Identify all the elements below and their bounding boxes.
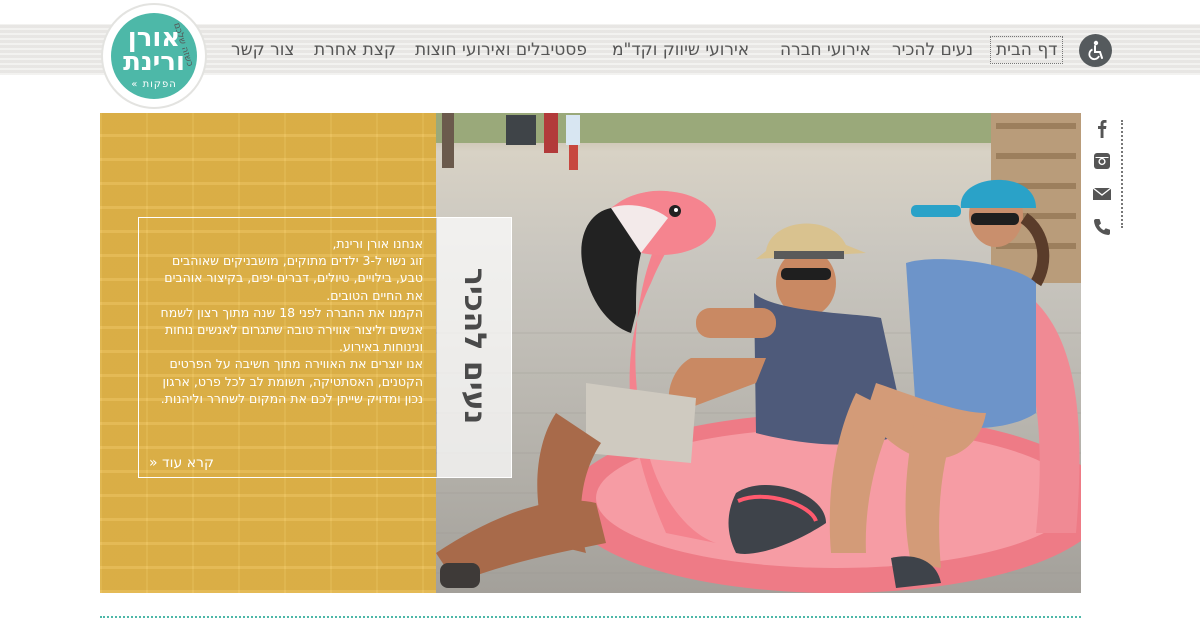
facebook-icon[interactable]: [1092, 118, 1112, 138]
about-paragraph-2: זוג נשוי ל-3 ילדים מתוקים, מושבניקים שאו…: [164, 253, 423, 303]
accessibility-button[interactable]: [1079, 34, 1112, 67]
email-icon[interactable]: [1092, 184, 1112, 204]
about-paragraph-1: אנחנו אורן ורינת,: [332, 236, 423, 251]
about-paragraph-4: אנו יוצרים את האווירה מתוך חשיבה על הפרט…: [160, 356, 423, 406]
nav-festivals[interactable]: פסטיבלים ואירועי חוצות: [415, 36, 587, 64]
about-title: נעים להכיר: [457, 267, 492, 425]
read-more-link[interactable]: קרא עוד «: [149, 454, 214, 472]
wheelchair-icon: [1088, 40, 1103, 61]
nav-corporate-events[interactable]: אירועי חברה: [780, 36, 871, 64]
nav-contact[interactable]: צור קשר: [231, 36, 294, 64]
about-paragraph-3: הקמנו את החברה לפני 18 שנה מתוך רצון לשמ…: [160, 304, 423, 355]
couple-on-pink-flamingo-photo: [436, 113, 1081, 593]
nav-about[interactable]: נעים להכיר: [892, 36, 973, 64]
hero: נעים להכיר אנחנו אורן ורינת, זוג נשוי ל-…: [100, 113, 1081, 593]
nav-other[interactable]: קצת אחרת: [314, 36, 396, 64]
nav-marketing-events[interactable]: אירועי שיווק וקד"מ: [612, 36, 749, 64]
about-box: נעים להכיר אנחנו אורן ורינת, זוג נשוי ל-…: [138, 217, 512, 478]
nav-home[interactable]: דף הבית: [990, 36, 1064, 64]
footer-divider: [100, 616, 1081, 618]
logo-subtitle: הפקות »: [131, 79, 177, 90]
instagram-icon[interactable]: [1092, 151, 1112, 171]
logo[interactable]: אורן ורינת הפקות » כשזה שלכם: [101, 3, 207, 109]
phone-icon[interactable]: [1092, 217, 1112, 237]
social-divider: [1121, 120, 1123, 228]
about-text: אנחנו אורן ורינת, זוג נשוי ל-3 ילדים מתו…: [153, 235, 423, 407]
hero-photo: [436, 113, 1081, 593]
about-title-strip: נעים להכיר: [437, 218, 512, 477]
double-chevron-left-icon: «: [149, 455, 158, 471]
